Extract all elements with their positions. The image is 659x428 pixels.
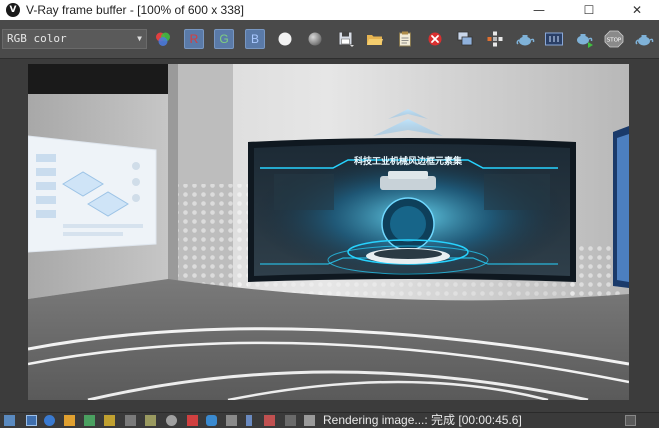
hsl-icon[interactable] — [84, 415, 95, 426]
render-region-teapot-icon[interactable] — [515, 29, 535, 49]
svg-text:STOP: STOP — [607, 38, 622, 44]
toggle-panel-icon[interactable] — [4, 415, 15, 426]
chevron-down-icon: ▼ — [137, 34, 142, 43]
left-dashboard-panel — [28, 135, 157, 253]
lens-effects-icon[interactable] — [544, 29, 564, 49]
blue-channel-button[interactable]: B — [245, 29, 265, 49]
folder-open-icon[interactable] — [365, 29, 385, 49]
pixel-aspect-icon[interactable] — [264, 415, 275, 426]
display-correction-icon[interactable] — [285, 415, 296, 426]
stamp-icon[interactable] — [206, 415, 217, 426]
interactive-render-teapot-icon[interactable] — [634, 29, 654, 49]
minimize-button[interactable]: — — [519, 0, 559, 20]
channel-select[interactable]: RGB color ▼ — [2, 29, 147, 49]
green-channel-button[interactable]: G — [214, 29, 234, 49]
history-icon[interactable] — [26, 415, 37, 426]
title-bar: V V-Ray frame buffer - [100% of 600 x 33… — [0, 0, 659, 20]
status-bar: Rendering image...: 完成 [00:00:45.6] — [0, 412, 659, 428]
save-icon[interactable] — [336, 29, 356, 49]
toolbar: RGB color ▼ R G B STOP — [0, 20, 659, 59]
stop-render-icon[interactable]: STOP — [604, 29, 624, 49]
rendered-image: 科技工业机械风边框元素集 — [28, 64, 629, 400]
white-circle-icon[interactable] — [275, 29, 295, 49]
red-channel-button[interactable]: R — [184, 29, 204, 49]
tech-display-screen: 科技工业机械风边框元素集 — [248, 138, 576, 282]
clipboard-icon[interactable] — [395, 29, 415, 49]
track-mouse-icon[interactable] — [485, 29, 505, 49]
banner-title: 科技工业机械风边框元素集 — [354, 155, 463, 167]
channel-select-value: RGB color — [7, 32, 67, 45]
right-partial-screen — [613, 126, 629, 288]
blue-channel-label: B — [250, 32, 259, 46]
render-teapot-icon[interactable] — [574, 29, 594, 49]
expand-icon[interactable] — [625, 415, 636, 426]
vray-logo-icon: V — [6, 3, 20, 17]
histogram-icon[interactable] — [125, 415, 136, 426]
color-balance-icon[interactable] — [104, 415, 115, 426]
gray-circle-icon[interactable] — [305, 29, 325, 49]
background-image-icon[interactable] — [187, 415, 198, 426]
green-channel-label: G — [219, 32, 229, 46]
ocio-icon[interactable] — [226, 415, 237, 426]
info-icon[interactable] — [44, 415, 55, 426]
color-channels-icon[interactable] — [153, 29, 173, 49]
lut-icon[interactable] — [64, 415, 75, 426]
curves-icon[interactable] — [145, 415, 156, 426]
render-viewport[interactable]: 科技工业机械风边框元素集 — [28, 64, 629, 400]
window-title: V-Ray frame buffer - [100% of 600 x 338] — [26, 3, 244, 17]
status-message: Rendering image...: 完成 [00:00:45.6] — [323, 413, 522, 427]
exposure-icon[interactable] — [166, 415, 177, 426]
height-icon[interactable] — [246, 415, 252, 426]
red-channel-label: R — [189, 32, 199, 46]
maximize-button[interactable]: ☐ — [569, 0, 609, 20]
close-button[interactable]: ✕ — [617, 0, 657, 20]
duplicate-to-mframebuffer-icon[interactable] — [455, 29, 475, 49]
close-log-icon[interactable] — [304, 415, 315, 426]
clear-image-icon[interactable] — [425, 29, 445, 49]
